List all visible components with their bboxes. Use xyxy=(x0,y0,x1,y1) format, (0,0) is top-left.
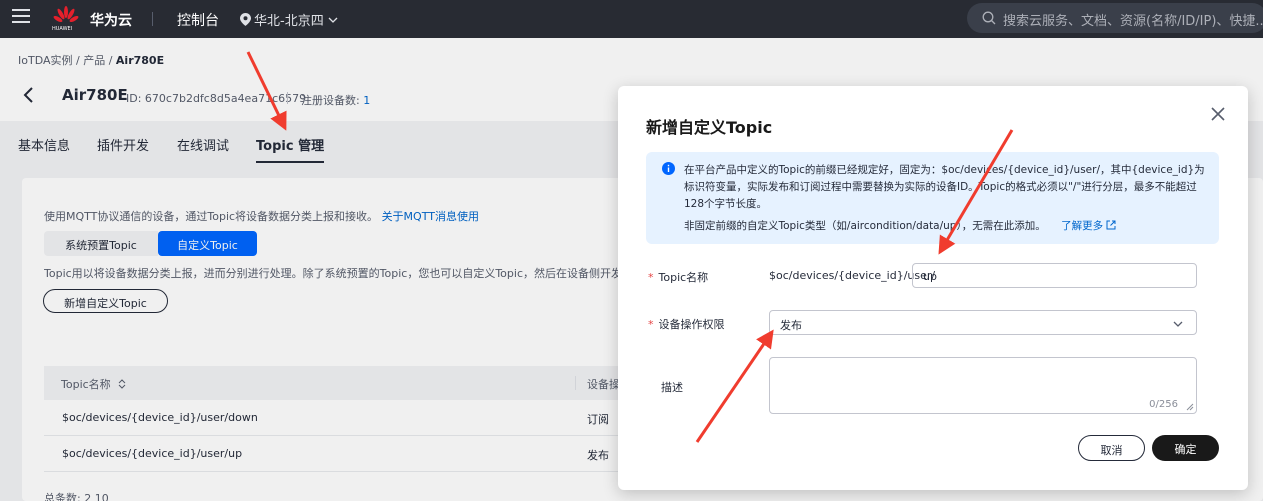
info-text: 在平台产品中定义的Topic的前缀已经规定好，固定为：$oc/devices/{… xyxy=(684,164,1205,210)
location-pin-icon xyxy=(240,13,251,26)
char-counter: 0/256 xyxy=(1149,399,1178,410)
required-mark: * xyxy=(648,271,654,284)
search-placeholder: 搜索云服务、文档、资源(名称/ID/IP)、快捷... xyxy=(1003,14,1263,29)
info-note: 非固定前缀的自定义Topic类型（如/aircondition/data/up）… xyxy=(684,218,1116,233)
search-icon xyxy=(982,11,996,25)
external-link-icon xyxy=(1106,220,1116,230)
chevron-down-icon xyxy=(328,17,338,23)
topic-name-label: * Topic名称 xyxy=(648,269,708,285)
close-icon[interactable] xyxy=(1210,106,1226,122)
description-label: 描述 xyxy=(661,381,683,394)
device-permission-select[interactable]: 发布 xyxy=(769,310,1197,335)
add-topic-dialog: 新增自定义Topic 在平台产品中定义的Topic的前缀已经规定好，固定为：$o… xyxy=(618,86,1248,490)
description-textarea[interactable]: 0/256 xyxy=(769,357,1197,414)
brand-name[interactable]: 华为云 xyxy=(90,10,132,30)
learn-more-label: 了解更多 xyxy=(1061,220,1104,232)
cancel-button[interactable]: 取消 xyxy=(1078,435,1145,461)
region-selector[interactable]: 华北-北京四 xyxy=(240,10,339,29)
chevron-down-icon xyxy=(1173,321,1183,327)
region-label: 华北-北京四 xyxy=(254,14,324,29)
global-search-input[interactable]: 搜索云服务、文档、资源(名称/ID/IP)、快捷... xyxy=(967,3,1263,33)
topic-name-label-text: Topic名称 xyxy=(658,271,709,284)
info-icon xyxy=(662,162,675,175)
top-nav: HUAWEI 华为云 控制台 华北-北京四 搜索云服务、文档、资源(名称/ID/… xyxy=(0,0,1263,38)
device-permission-label: * 设备操作权限 xyxy=(648,316,725,332)
confirm-button[interactable]: 确定 xyxy=(1152,435,1219,461)
resize-handle-icon[interactable] xyxy=(1186,403,1194,411)
topic-name-input[interactable]: up xyxy=(912,263,1197,288)
info-banner: 在平台产品中定义的Topic的前缀已经规定好，固定为：$oc/devices/{… xyxy=(646,152,1219,244)
info-note-text: 非固定前缀的自定义Topic类型（如/aircondition/data/up）… xyxy=(684,220,1046,232)
nav-divider xyxy=(152,12,153,26)
console-link[interactable]: 控制台 xyxy=(177,10,219,30)
dialog-title: 新增自定义Topic xyxy=(646,118,773,137)
menu-icon[interactable] xyxy=(12,9,30,25)
topic-prefix: $oc/devices/{device_id}/user/ xyxy=(769,269,936,282)
learn-more-link[interactable]: 了解更多 xyxy=(1061,220,1116,232)
required-mark: * xyxy=(648,318,654,331)
device-permission-value: 发布 xyxy=(780,319,802,332)
device-permission-label-text: 设备操作权限 xyxy=(658,318,725,331)
logo-text: HUAWEI xyxy=(52,26,73,32)
